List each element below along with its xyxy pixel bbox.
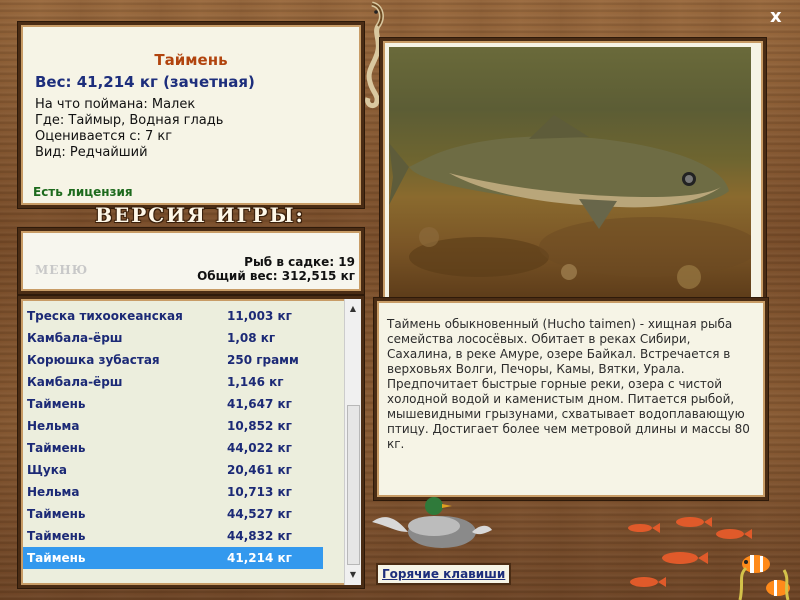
fish-school-decoration xyxy=(628,517,790,600)
fish-photo-frame xyxy=(380,38,766,306)
duck-decoration xyxy=(372,497,492,548)
catch-item-name: Камбала-ёрш xyxy=(27,331,123,345)
catch-list-item[interactable]: Нельма 10,713 кг xyxy=(23,481,323,503)
catch-item-weight: 41,647 кг xyxy=(227,397,292,411)
cage-summary-panel: МЕНЮ Рыб в садке: 19 Общий вес: 312,515 … xyxy=(18,228,364,294)
cage-total-weight: Общий вес: 312,515 кг xyxy=(197,269,355,283)
catch-list-panel: Треска тихоокеанская 11,003 кг Камбала-ёрш… xyxy=(18,296,364,588)
catch-item-weight: 44,527 кг xyxy=(227,507,292,521)
catch-item-name: Треска тихоокеанская xyxy=(27,309,183,323)
catch-list-item[interactable]: Таймень 44,022 кг xyxy=(23,437,323,459)
fish-photo xyxy=(389,47,751,297)
fish-value: Оценивается с: 7 кг xyxy=(35,129,173,144)
catch-item-weight: 1,146 кг xyxy=(227,375,284,389)
catch-list-item[interactable]: Камбала-ёрш 1,146 кг xyxy=(23,371,323,393)
catch-list-item[interactable]: Таймень 44,832 кг xyxy=(23,525,323,547)
catch-item-weight: 10,852 кг xyxy=(227,419,292,433)
scrollbar-thumb[interactable] xyxy=(347,405,360,565)
cage-fish-count: Рыб в садке: 19 xyxy=(244,255,355,269)
catch-item-weight: 1,08 кг xyxy=(227,331,276,345)
catch-item-weight: 10,713 кг xyxy=(227,485,292,499)
catch-item-name: Камбала-ёрш xyxy=(27,375,123,389)
catch-item-weight: 250 грамм xyxy=(227,353,299,367)
catch-list-item[interactable]: Треска тихоокеанская 11,003 кг xyxy=(23,305,323,327)
license-status: Есть лицензия xyxy=(33,185,133,199)
fish-weight: Вес: 41,214 кг (зачетная) xyxy=(35,73,255,91)
fish-description: Таймень обыкновенный (Hucho taimen) - хи… xyxy=(387,317,750,451)
catch-list-item[interactable]: Камбала-ёрш 1,08 кг xyxy=(23,327,323,349)
catch-item-weight: 41,214 кг xyxy=(227,551,292,565)
catch-item-name: Нельма xyxy=(27,485,80,499)
catch-list-item[interactable]: Таймень 44,527 кг xyxy=(23,503,323,525)
catch-item-weight: 44,832 кг xyxy=(227,529,292,543)
catch-item-weight: 11,003 кг xyxy=(227,309,292,323)
scroll-down-icon[interactable]: ▼ xyxy=(345,567,361,583)
catch-list-item[interactable]: Таймень 41,214 кг xyxy=(23,547,323,569)
catch-item-name: Корюшка зубастая xyxy=(27,353,160,367)
fish-location: Где: Таймыр, Водная гладь xyxy=(35,113,224,128)
catch-item-weight: 44,022 кг xyxy=(227,441,292,455)
game-version: ВЕРСИЯ ИГРЫ: 3.7.5 xyxy=(95,203,305,251)
hotkeys-link[interactable]: Горячие клавиши xyxy=(376,563,512,585)
catch-item-name: Таймень xyxy=(27,441,86,455)
catch-item-name: Щука xyxy=(27,463,67,477)
catch-item-name: Таймень xyxy=(27,397,86,411)
catch-list-item[interactable]: Корюшка зубастая 250 грамм xyxy=(23,349,323,371)
close-icon[interactable]: x xyxy=(770,6,782,27)
catch-item-name: Таймень xyxy=(27,551,86,565)
catch-list-item[interactable]: Таймень 41,647 кг xyxy=(23,393,323,415)
catch-item-name: Нельма xyxy=(27,419,80,433)
fish-description-panel: Таймень обыкновенный (Hucho taimen) - хи… xyxy=(374,298,768,500)
fish-rarity: Вид: Редчайший xyxy=(35,145,148,160)
catch-list-item[interactable]: Нельма 10,852 кг xyxy=(23,415,323,437)
catch-item-weight: 20,461 кг xyxy=(227,463,292,477)
catch-list-scrollbar[interactable]: ▲ ▼ xyxy=(344,299,361,585)
scroll-up-icon[interactable]: ▲ xyxy=(345,301,361,317)
catch-item-name: Таймень xyxy=(27,507,86,521)
fish-info-panel: Таймень Вес: 41,214 кг (зачетная) На что… xyxy=(18,22,364,208)
menu-button[interactable]: МЕНЮ xyxy=(35,263,88,277)
catch-item-name: Таймень xyxy=(27,529,86,543)
fish-bait: На что поймана: Малек xyxy=(35,97,196,112)
catch-list-item[interactable]: Щука 20,461 кг xyxy=(23,459,323,481)
fish-title: Таймень xyxy=(154,51,228,69)
